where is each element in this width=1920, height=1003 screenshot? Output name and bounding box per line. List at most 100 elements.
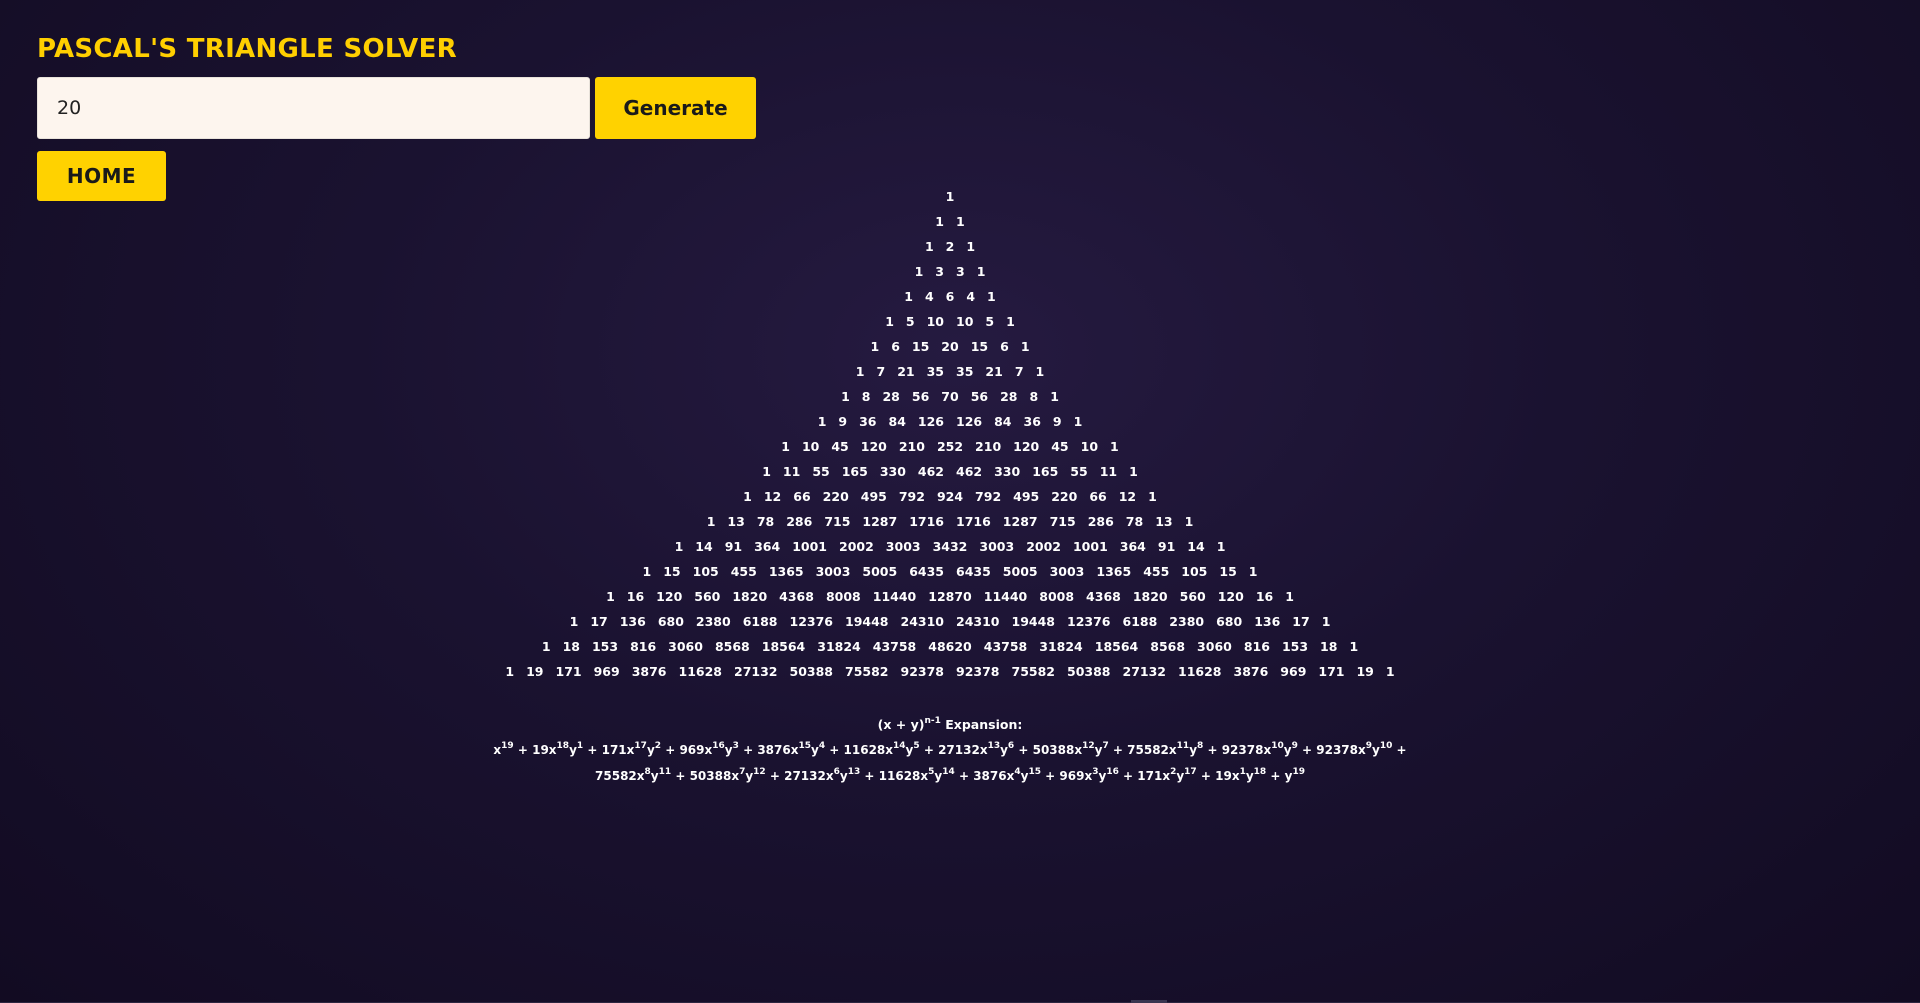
triangle-cell: 66 <box>793 489 811 504</box>
triangle-cell: 24310 <box>956 614 1000 629</box>
triangle-cell: 1 <box>505 664 515 679</box>
triangle-row: 11 <box>0 209 1900 234</box>
triangle-cell: 126 <box>917 414 944 429</box>
term-coefficient: 75582 <box>1127 743 1169 757</box>
generate-button[interactable]: Generate <box>595 77 756 139</box>
triangle-cell: 1365 <box>1096 564 1132 579</box>
triangle-cell: 364 <box>1119 539 1146 554</box>
triangle-cell: 19448 <box>845 614 889 629</box>
triangle-cell: 792 <box>898 489 925 504</box>
triangle-cell: 10 <box>1080 439 1099 454</box>
term-coefficient: 171 <box>601 743 627 757</box>
triangle-cell: 5005 <box>1002 564 1038 579</box>
term-variable-x: x <box>1358 743 1366 757</box>
term-y-exponent: 2 <box>654 741 662 751</box>
triangle-cell: 330 <box>994 464 1021 479</box>
triangle-cell: 17 <box>590 614 608 629</box>
triangle-cell: 3 <box>935 264 944 279</box>
triangle-cell: 715 <box>1049 514 1076 529</box>
term-variable-x: x <box>731 769 740 783</box>
term-y-exponent: 3 <box>732 741 739 751</box>
triangle-cell: 14 <box>695 539 713 554</box>
triangle-cell: 171 <box>555 664 582 679</box>
triangle-row: 1331 <box>0 259 1900 284</box>
triangle-cell: 31824 <box>817 639 861 654</box>
triangle-cell: 2380 <box>1169 614 1205 629</box>
triangle-cell: 1 <box>817 414 827 429</box>
expansion-term: 11628x5y14 <box>878 767 955 784</box>
triangle-cell: 1 <box>1184 514 1194 529</box>
triangle-row: 1 17 136 680 2380 6188 12376 19448 24310 24310 194… <box>0 609 1900 634</box>
triangle-cell: 18564 <box>761 639 806 654</box>
triangle-cell: 1716 <box>909 514 944 529</box>
expansion-term: 969x3y16 <box>1059 768 1118 784</box>
triangle-row: 1 15 105 455 1365 3003 5005 6435 6435 5005 3003 136… <box>0 559 1900 584</box>
term-variable-x: x <box>1168 743 1177 757</box>
triangle-cell: 8 <box>861 389 871 404</box>
term-variable-y: y <box>646 743 655 757</box>
triangle-cell: 1 <box>885 314 894 329</box>
triangle-cell: 560 <box>1179 589 1206 604</box>
triangle-cell: 286 <box>1087 514 1114 529</box>
triangle-cell: 7 <box>1014 364 1024 379</box>
triangle-cell: 120 <box>860 439 887 454</box>
triangle-cell: 3003 <box>815 564 851 579</box>
triangle-cell: 21 <box>985 364 1003 379</box>
expansion-term: 3876x15y4 <box>757 742 825 758</box>
triangle-cell: 8008 <box>1039 589 1075 604</box>
term-variable-x: x <box>493 743 502 757</box>
triangle-cell: 153 <box>591 639 619 654</box>
triangle-cell: 28 <box>882 389 900 404</box>
expansion-title-exponent: n-1 <box>924 716 941 726</box>
triangle-cell: 6188 <box>1122 614 1158 629</box>
triangle-row: 1 16 120 560 1820 4368 8008 11440 12870 11440 8008… <box>0 584 1900 609</box>
triangle-cell: 4 <box>924 289 934 304</box>
triangle-cell: 7 <box>876 364 886 379</box>
rows-input[interactable] <box>37 77 590 139</box>
triangle-cell: 165 <box>1032 464 1059 479</box>
triangle-cell: 12 <box>763 489 782 504</box>
triangle-cell: 11 <box>782 464 801 479</box>
triangle-cell: 1716 <box>956 514 991 529</box>
expansion-term: 19x18y1 <box>532 741 584 758</box>
triangle-cell: 35 <box>926 364 944 379</box>
term-variable-y: y <box>1245 769 1254 783</box>
expansion-term: x19 <box>493 742 513 758</box>
expansion-term: 969x16y3 <box>679 741 739 758</box>
triangle-cell: 19 <box>1356 664 1374 679</box>
triangle-cell: 816 <box>630 639 657 654</box>
triangle-cell: 6 <box>1000 339 1009 354</box>
triangle-cell: 969 <box>1280 664 1307 679</box>
term-y-exponent: 6 <box>1007 741 1015 751</box>
triangle-cell: 11440 <box>872 589 917 604</box>
triangle-cell: 1287 <box>1002 514 1038 529</box>
triangle-cell: 5 <box>985 314 995 329</box>
term-x-exponent: 18 <box>556 741 570 751</box>
triangle-cell: 1 <box>1050 389 1059 404</box>
term-coefficient: 11628 <box>878 769 921 783</box>
triangle-cell: 1 <box>914 264 924 279</box>
term-variable-y: y <box>1372 743 1380 757</box>
triangle-cell: 91 <box>724 539 743 554</box>
triangle-cell: 11628 <box>678 664 723 679</box>
term-coefficient: 50388 <box>689 769 732 783</box>
expansion-term: 11628x14y5 <box>844 742 920 758</box>
term-y-exponent: 1 <box>576 741 584 751</box>
term-variable-y: y <box>1000 743 1008 757</box>
triangle-cell: 56 <box>911 389 930 404</box>
expansion-title-suffix: Expansion: <box>940 717 1023 732</box>
triangle-cell: 14 <box>1187 539 1205 554</box>
expansion-term: 50388x12y7 <box>1033 742 1109 758</box>
term-variable-y: y <box>1283 743 1292 757</box>
pascal-triangle: 1 1 1 1 2 1 1 3 3 1 1 4 6 4 1 1 5 10 10 5 1 1 6 15 20 15 6 1 1 7 21 35 3… <box>0 184 1900 684</box>
triangle-cell: 15 <box>1219 564 1237 579</box>
triangle-cell: 1 <box>870 339 880 354</box>
triangle-cell: 153 <box>1281 639 1309 654</box>
term-y-exponent: 14 <box>942 767 955 777</box>
triangle-cell: 120 <box>1013 439 1040 454</box>
triangle-cell: 969 <box>593 664 620 679</box>
triangle-row: 1 19 171 969 3876 11628 27132 50388 75582 92378 92… <box>0 659 1900 684</box>
triangle-cell: 924 <box>936 489 964 504</box>
triangle-cell: 1 <box>1285 589 1294 604</box>
triangle-cell: 20 <box>941 339 959 354</box>
